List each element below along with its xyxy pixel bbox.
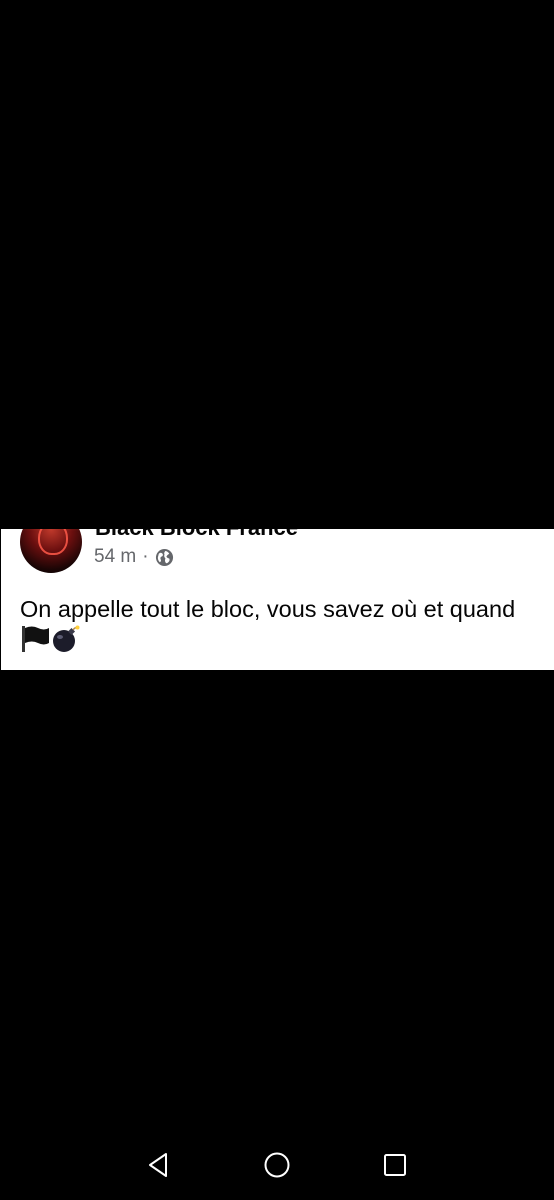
avatar[interactable] xyxy=(20,529,82,573)
navigation-bar xyxy=(0,1130,554,1200)
post-card: Black Block France 54 m · On appelle tou… xyxy=(1,529,554,670)
post-time[interactable]: 54 m xyxy=(94,546,136,568)
post-meta: 54 m · xyxy=(94,546,174,568)
recents-icon[interactable] xyxy=(380,1150,410,1180)
meta-separator: · xyxy=(142,546,149,567)
author-name[interactable]: Black Block France xyxy=(95,529,298,541)
bomb-icon xyxy=(53,625,80,652)
screen: Black Block France 54 m · On appelle tou… xyxy=(0,0,554,1200)
globe-icon xyxy=(155,548,173,566)
post-text: On appelle tout le bloc, vous savez où e… xyxy=(20,596,516,622)
back-icon[interactable] xyxy=(144,1150,174,1180)
black-flag-icon xyxy=(22,626,49,652)
post-emojis xyxy=(20,625,80,653)
home-icon[interactable] xyxy=(262,1150,292,1180)
